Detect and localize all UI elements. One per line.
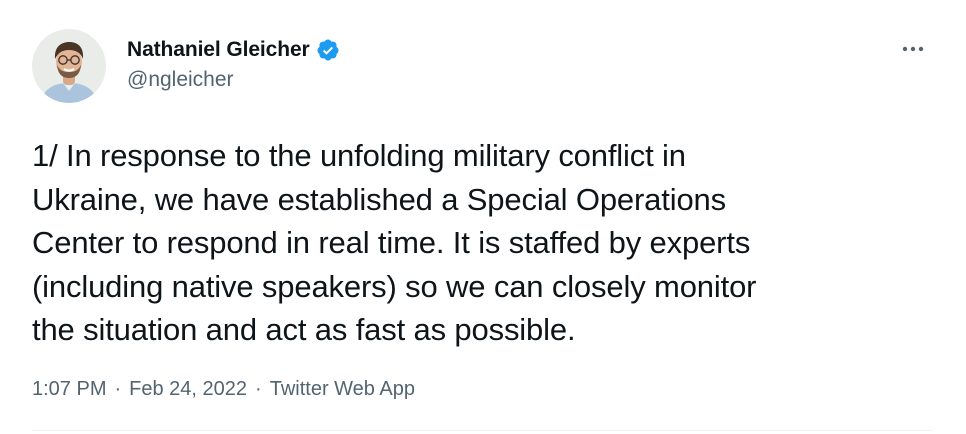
tweet-date[interactable]: Feb 24, 2022 xyxy=(129,378,247,401)
display-name[interactable]: Nathaniel Gleicher xyxy=(127,38,310,62)
tweet-metadata: 1:07 PM · Feb 24, 2022 · Twitter Web App xyxy=(32,378,415,401)
avatar[interactable] xyxy=(32,29,106,103)
author-handle[interactable]: @ngleicher xyxy=(127,68,340,92)
meta-separator: · xyxy=(255,378,262,400)
name-row: Nathaniel Gleicher xyxy=(127,36,340,64)
divider xyxy=(32,430,932,431)
author-info: Nathaniel Gleicher @ngleicher xyxy=(127,36,340,92)
more-horizontal-icon xyxy=(902,46,924,52)
avatar-image xyxy=(32,29,106,103)
tweet-time[interactable]: 1:07 PM xyxy=(32,378,106,401)
tweet-source[interactable]: Twitter Web App xyxy=(270,378,415,401)
tweet-card: Nathaniel Gleicher @ngleicher 1/ In resp… xyxy=(0,0,966,434)
more-options-button[interactable] xyxy=(894,36,932,62)
tweet-text: 1/ In response to the unfolding military… xyxy=(32,138,757,347)
verified-badge-icon xyxy=(316,38,340,62)
meta-separator: · xyxy=(114,378,122,400)
